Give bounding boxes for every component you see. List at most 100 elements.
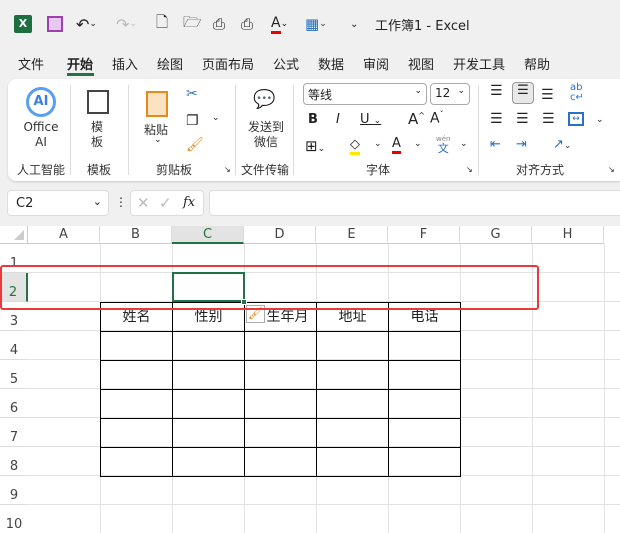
name-box[interactable]: C2 ⌄ <box>7 190 109 216</box>
wrap-text-icon[interactable]: ab c↵ <box>570 83 584 103</box>
decrease-indent-icon[interactable]: ⇤ <box>490 137 501 152</box>
table-cell[interactable] <box>244 418 317 448</box>
table-cell[interactable] <box>172 389 245 419</box>
template-button[interactable]: 模板 <box>91 120 105 150</box>
column-header-b[interactable]: B <box>100 226 172 244</box>
print-preview-icon[interactable]: ⎙ <box>213 10 225 38</box>
select-all-button[interactable] <box>0 226 28 244</box>
alignment-launcher-icon[interactable]: ↘ <box>608 165 615 174</box>
table-cell[interactable] <box>244 331 317 361</box>
align-bottom-icon[interactable]: ☰ <box>541 87 554 103</box>
phonetic-dropdown-icon[interactable]: ⌄ <box>460 139 468 149</box>
copy-dropdown-icon[interactable]: ⌄ <box>212 113 220 123</box>
font-color-quick-icon[interactable]: A ⌄ <box>271 10 288 38</box>
align-center-icon[interactable]: ☰ <box>516 111 529 127</box>
tab-developer[interactable]: 开发工具 <box>453 54 505 73</box>
enter-icon[interactable]: ✓ <box>159 194 172 212</box>
table-cell[interactable] <box>316 447 389 477</box>
tab-view[interactable]: 视图 <box>408 54 434 73</box>
font-launcher-icon[interactable]: ↘ <box>466 165 473 174</box>
table-icon[interactable]: ▦ ⌄ <box>305 10 327 38</box>
column-header-c[interactable]: C <box>172 226 244 244</box>
row-header-9[interactable]: 9 <box>0 476 28 505</box>
column-header-e[interactable]: E <box>316 226 388 244</box>
align-middle-icon[interactable]: ☰ <box>512 82 534 104</box>
table-cell[interactable] <box>388 418 461 448</box>
table-cell[interactable] <box>388 389 461 419</box>
tab-review[interactable]: 审阅 <box>363 54 389 73</box>
increase-indent-icon[interactable]: ⇥ <box>516 137 527 152</box>
font-color-icon[interactable]: A <box>392 136 401 154</box>
underline-icon[interactable]: U ⌄ <box>360 112 381 127</box>
table-cell[interactable] <box>316 331 389 361</box>
italic-icon[interactable]: I <box>336 112 340 127</box>
align-left-icon[interactable]: ☰ <box>490 111 503 127</box>
cancel-icon[interactable]: ✕ <box>137 194 150 212</box>
tab-formulas[interactable]: 公式 <box>273 54 299 73</box>
clipboard-launcher-icon[interactable]: ↘ <box>224 165 231 174</box>
paste-dropdown-icon[interactable]: ⌄ <box>154 135 162 145</box>
bold-icon[interactable]: B <box>308 112 318 127</box>
copy-icon[interactable]: ❐ <box>186 113 199 129</box>
undo-icon[interactable]: ↶ ⌄ <box>76 10 97 38</box>
format-painter-icon[interactable]: 🖌 <box>186 137 204 153</box>
increase-font-icon[interactable]: A^ <box>408 110 425 128</box>
borders-icon[interactable]: ⊞⌄ <box>305 137 325 155</box>
table-cell[interactable] <box>100 331 173 361</box>
customize-toolbar-icon[interactable]: ⌄ <box>350 10 358 38</box>
row-header-5[interactable]: 5 <box>0 360 28 389</box>
table-cell[interactable] <box>172 418 245 448</box>
merge-center-icon[interactable]: ↔ <box>568 112 584 126</box>
row-header-7[interactable]: 7 <box>0 418 28 447</box>
table-cell[interactable] <box>100 389 173 419</box>
tab-page-layout[interactable]: 页面布局 <box>202 54 254 73</box>
tab-data[interactable]: 数据 <box>318 54 344 73</box>
row-header-8[interactable]: 8 <box>0 447 28 476</box>
new-file-icon[interactable]: 🗋 <box>156 10 168 38</box>
tab-help[interactable]: 帮助 <box>524 54 550 73</box>
table-cell[interactable] <box>316 360 389 390</box>
column-header-h[interactable]: H <box>532 226 604 244</box>
insert-function-icon[interactable]: fx <box>183 195 195 210</box>
font-color-dropdown-icon[interactable]: ⌄ <box>414 139 422 149</box>
send-wechat-button[interactable]: 发送到微信 <box>246 120 286 150</box>
font-size-select[interactable]: 12 ⌄ <box>430 83 470 105</box>
fill-color-dropdown-icon[interactable]: ⌄ <box>374 139 382 149</box>
column-header-d[interactable]: D <box>244 226 316 244</box>
tab-draw[interactable]: 绘图 <box>157 54 183 73</box>
table-cell[interactable] <box>244 389 317 419</box>
font-name-select[interactable]: 等线 ⌄ <box>303 83 427 105</box>
table-cell[interactable] <box>100 447 173 477</box>
table-cell[interactable] <box>100 360 173 390</box>
office-ai-button[interactable]: Office AI <box>22 120 60 150</box>
row-header-6[interactable]: 6 <box>0 389 28 418</box>
phonetic-icon[interactable]: wén 文 <box>436 135 450 155</box>
column-header-f[interactable]: F <box>388 226 460 244</box>
table-cell[interactable] <box>316 418 389 448</box>
align-top-icon[interactable]: ☰ <box>490 83 503 99</box>
tab-home[interactable]: 开始 <box>67 54 93 73</box>
save-icon[interactable] <box>47 10 63 38</box>
table-cell[interactable] <box>316 389 389 419</box>
table-cell[interactable] <box>172 360 245 390</box>
open-folder-icon[interactable]: 🗁 <box>183 10 202 38</box>
table-cell[interactable] <box>388 447 461 477</box>
merge-dropdown-icon[interactable]: ⌄ <box>596 115 604 125</box>
orientation-icon[interactable]: ↗⌄ <box>553 137 571 152</box>
table-cell[interactable] <box>100 418 173 448</box>
tab-file[interactable]: 文件 <box>18 54 44 73</box>
quick-print-icon[interactable]: ⎙ <box>241 10 253 38</box>
column-header-a[interactable]: A <box>28 226 100 244</box>
row-header-4[interactable]: 4 <box>0 331 28 360</box>
table-cell[interactable] <box>172 331 245 361</box>
table-cell[interactable] <box>388 331 461 361</box>
table-cell[interactable] <box>388 360 461 390</box>
row-header-10[interactable]: 10 <box>0 505 28 533</box>
table-cell[interactable] <box>172 447 245 477</box>
column-header-g[interactable]: G <box>460 226 532 244</box>
fill-color-icon[interactable]: ◇ <box>350 137 360 155</box>
decrease-font-icon[interactable]: Aˇ <box>430 110 444 127</box>
align-right-icon[interactable]: ☰ <box>542 111 555 127</box>
redo-icon[interactable]: ↷ ⌄ <box>116 10 137 38</box>
table-cell[interactable] <box>244 360 317 390</box>
